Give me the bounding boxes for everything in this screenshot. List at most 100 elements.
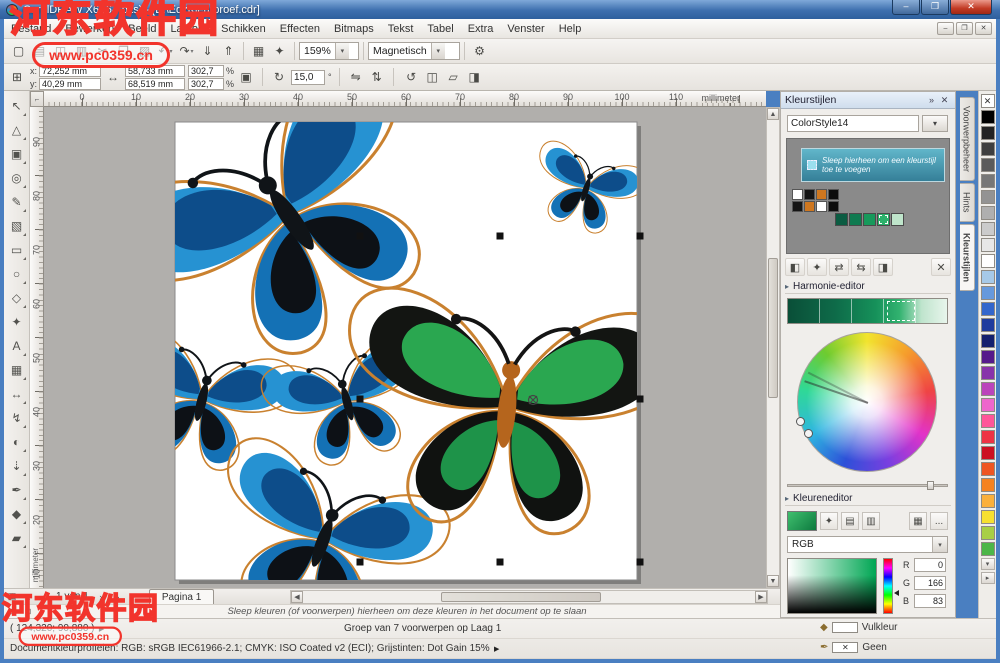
table-tool[interactable]: ▦ bbox=[6, 358, 28, 382]
palette-swatch[interactable] bbox=[981, 110, 995, 124]
docker-tab[interactable]: Kleurstijlen bbox=[960, 224, 975, 291]
docker-collapse-icon[interactable]: » bbox=[925, 95, 938, 105]
drawing-canvas[interactable] bbox=[44, 107, 766, 588]
palette-add-icon[interactable]: ⊞ bbox=[7, 606, 19, 617]
vertical-ruler[interactable]: 908070605040302010 millimeter bbox=[30, 107, 44, 588]
welcome-screen-icon[interactable]: ✦ bbox=[269, 42, 290, 61]
color-style-name-input[interactable]: ColorStyle14 bbox=[787, 115, 919, 132]
menu-item[interactable]: Bitmaps bbox=[327, 21, 381, 37]
scroll-up-icon[interactable]: ▲ bbox=[767, 108, 779, 120]
ruler-origin-box[interactable]: ⌐ bbox=[30, 91, 44, 107]
palette-swatch[interactable] bbox=[981, 206, 995, 220]
fill-color-swatch[interactable] bbox=[832, 622, 858, 633]
height-input[interactable]: 68,519 mm bbox=[125, 78, 185, 90]
mirror-vertical-icon[interactable]: ⇅ bbox=[368, 68, 386, 86]
palette-swatch[interactable] bbox=[981, 334, 995, 348]
sliders-view-icon[interactable]: ▥ bbox=[862, 512, 880, 530]
color-style-swatch[interactable] bbox=[804, 189, 815, 200]
previous-page-button[interactable]: ‹ bbox=[36, 590, 52, 604]
menu-item[interactable]: Help bbox=[552, 21, 589, 37]
scroll-down-icon[interactable]: ▼ bbox=[767, 575, 779, 587]
outline-color-swatch[interactable]: ✕ bbox=[832, 642, 858, 653]
palette-swatch[interactable] bbox=[981, 302, 995, 316]
palette-swatch[interactable] bbox=[981, 526, 995, 540]
harmony-swatch[interactable] bbox=[877, 213, 890, 226]
palette-remove-icon[interactable]: ⊠ bbox=[22, 606, 34, 617]
color-model-select[interactable]: RGB ▾ bbox=[787, 536, 948, 553]
y-position-input[interactable]: 40,29 mm bbox=[39, 78, 101, 90]
palette-swatch[interactable] bbox=[981, 270, 995, 284]
delete-style-icon[interactable]: ✕ bbox=[931, 258, 951, 276]
zoom-tool[interactable]: ◎ bbox=[6, 166, 28, 190]
interactive-fill-tool[interactable]: ▰ bbox=[6, 526, 28, 550]
copy-icon[interactable]: ❐ bbox=[113, 42, 134, 61]
scroll-left-icon[interactable]: ◀ bbox=[291, 591, 303, 603]
wheel-handle[interactable] bbox=[804, 429, 813, 438]
swatches-view-icon[interactable]: ▤ bbox=[841, 512, 859, 530]
order-icon[interactable]: ◫ bbox=[422, 68, 443, 87]
menu-item[interactable]: Venster bbox=[500, 21, 551, 37]
wheel-handle[interactable] bbox=[796, 417, 805, 426]
redo-icon[interactable]: ↷ bbox=[176, 42, 197, 61]
convert-harmony-icon[interactable]: ⇄ bbox=[829, 258, 849, 276]
zoom-level-select[interactable]: 159% ▾ bbox=[299, 42, 359, 60]
group-icon[interactable]: ▱ bbox=[443, 68, 464, 87]
new-style-dropdown-button[interactable]: ▾ bbox=[922, 115, 948, 132]
menu-item[interactable]: Tekst bbox=[381, 21, 421, 37]
print-icon[interactable]: ▥ bbox=[71, 42, 92, 61]
harmony-swatch[interactable] bbox=[891, 213, 904, 226]
page-tab[interactable]: Pagina 1 bbox=[149, 589, 214, 604]
palette-swatch[interactable] bbox=[981, 158, 995, 172]
add-style-icon[interactable]: ◧ bbox=[785, 258, 805, 276]
palette-swatch[interactable] bbox=[981, 382, 995, 396]
doc-close-button[interactable]: ✕ bbox=[975, 22, 992, 35]
palette-swatch[interactable] bbox=[981, 222, 995, 236]
text-tool[interactable]: A bbox=[6, 334, 28, 358]
menu-item[interactable]: Tabel bbox=[420, 21, 460, 37]
current-color-swatch[interactable] bbox=[787, 511, 817, 531]
palette-swatch[interactable] bbox=[981, 190, 995, 204]
color-style-swatch[interactable] bbox=[804, 201, 815, 212]
color-eyedropper-icon[interactable]: ✦ bbox=[820, 512, 838, 530]
menu-item[interactable]: Schikken bbox=[214, 21, 273, 37]
outline-pen-tool[interactable]: ✒ bbox=[6, 478, 28, 502]
open-icon[interactable]: ▤ bbox=[29, 42, 50, 61]
color-style-swatch[interactable] bbox=[816, 189, 827, 200]
menu-item[interactable]: Effecten bbox=[273, 21, 327, 37]
connector-tool[interactable]: ↯ bbox=[6, 406, 28, 430]
x-position-input[interactable]: 72,252 mm bbox=[39, 65, 101, 77]
horizontal-ruler[interactable]: 0102030405060708090100110120 millimeter bbox=[44, 91, 766, 107]
convert-icon[interactable]: ◨ bbox=[464, 68, 485, 87]
color-styles-area[interactable]: Sleep hierheen om een kleurstijl toe te … bbox=[786, 138, 950, 254]
palette-swatch[interactable] bbox=[981, 462, 995, 476]
channel-value-input[interactable]: 166 bbox=[914, 576, 946, 590]
blend-tool[interactable]: ◐ bbox=[6, 430, 28, 454]
hue-bar[interactable] bbox=[883, 558, 893, 614]
menu-item[interactable]: Beeld bbox=[121, 21, 163, 37]
palette-view-icon[interactable]: ▦ bbox=[909, 512, 927, 530]
import-icon[interactable]: ⇓ bbox=[197, 42, 218, 61]
color-style-swatch[interactable] bbox=[792, 189, 803, 200]
ellipse-tool[interactable]: ○ bbox=[6, 262, 28, 286]
horizontal-scrollbar[interactable]: ◀ ▶ bbox=[290, 590, 768, 604]
gradient-view-icon[interactable]: ◨ bbox=[873, 258, 893, 276]
pick-tool[interactable]: ↖ bbox=[6, 94, 28, 118]
harmony-swatch[interactable] bbox=[863, 213, 876, 226]
color-style-swatch[interactable] bbox=[828, 201, 839, 212]
scale-x-input[interactable]: 302,7 bbox=[188, 65, 224, 77]
palette-swatch[interactable] bbox=[981, 430, 995, 444]
docker-close-icon[interactable]: ✕ bbox=[938, 95, 951, 106]
launcher-icon[interactable]: ▦ bbox=[248, 42, 269, 61]
palette-swatch[interactable] bbox=[981, 142, 995, 156]
undo-icon[interactable]: ↶ bbox=[155, 42, 176, 61]
basic-shapes-tool[interactable]: ✦ bbox=[6, 310, 28, 334]
rectangle-tool[interactable]: ▭ bbox=[6, 238, 28, 262]
palette-swatch[interactable] bbox=[981, 510, 995, 524]
vertical-scrollbar[interactable]: ▲ ▼ bbox=[766, 107, 780, 588]
status-expand-icon[interactable]: ▶ bbox=[95, 622, 109, 636]
palette-swatch[interactable] bbox=[981, 414, 995, 428]
close-button[interactable]: ✕ bbox=[950, 0, 992, 15]
profiles-expand-icon[interactable]: ▶ bbox=[490, 642, 504, 656]
palette-swatch[interactable] bbox=[981, 478, 995, 492]
smart-fill-tool[interactable]: ▧ bbox=[6, 214, 28, 238]
